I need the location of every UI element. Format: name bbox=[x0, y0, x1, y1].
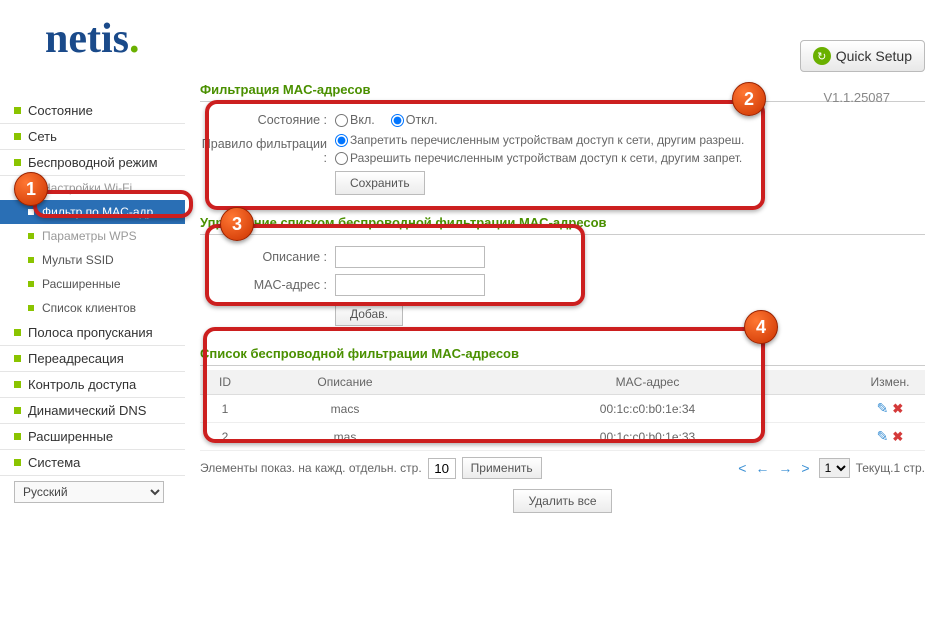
add-button[interactable]: Добав. bbox=[335, 302, 403, 326]
sidebar-item-0[interactable]: Состояние bbox=[0, 98, 185, 124]
pager-next-icon[interactable]: → bbox=[778, 460, 795, 476]
language-select[interactable]: Русский bbox=[14, 481, 164, 503]
delete-icon[interactable]: ✖ bbox=[892, 401, 903, 416]
section-title-list: Список беспроводной фильтрации MAC-адрес… bbox=[200, 342, 925, 366]
sidebar-item-8[interactable]: Список клиентов bbox=[0, 296, 185, 320]
sidebar-item-14[interactable]: Система bbox=[0, 450, 185, 476]
sidebar-item-5[interactable]: Параметры WPS bbox=[0, 224, 185, 248]
table-row: 1macs00:1c:c0:b0:1e:34✎✖ bbox=[200, 395, 925, 423]
save-button[interactable]: Сохранить bbox=[335, 171, 425, 195]
sidebar-item-11[interactable]: Контроль доступа bbox=[0, 372, 185, 398]
apply-button[interactable]: Применить bbox=[462, 457, 542, 479]
col-id: ID bbox=[200, 370, 250, 395]
rule-deny-radio[interactable] bbox=[335, 134, 348, 147]
col-mod: Измен. bbox=[855, 370, 925, 395]
logo: netis. bbox=[45, 16, 140, 62]
mac-input[interactable] bbox=[335, 274, 485, 296]
annotation-badge-3: 3 bbox=[220, 207, 254, 241]
main-content: Фильтрация MAC-адресов Состояние : Вкл. … bbox=[185, 68, 930, 535]
annotation-badge-4: 4 bbox=[744, 310, 778, 344]
delete-icon[interactable]: ✖ bbox=[892, 429, 903, 444]
current-page-text: Текущ.1 стр. bbox=[856, 461, 925, 475]
rule-label: Правило фильтрации : bbox=[200, 133, 335, 165]
col-mac: MAC-адрес bbox=[440, 370, 855, 395]
delete-all-button[interactable]: Удалить все bbox=[513, 489, 611, 513]
mac-label: MAC-адрес : bbox=[200, 278, 335, 292]
table-row: 2mas00:1c:c0:b0:1e:33✎✖ bbox=[200, 423, 925, 451]
pager-prev-icon[interactable]: ← bbox=[755, 460, 772, 476]
sidebar-item-10[interactable]: Переадресация bbox=[0, 346, 185, 372]
sidebar-item-9[interactable]: Полоса пропускания bbox=[0, 320, 185, 346]
annotation-badge-1: 1 bbox=[14, 172, 48, 206]
pager-last-icon[interactable]: > bbox=[801, 460, 812, 476]
page-select[interactable]: 1 bbox=[819, 458, 850, 478]
pager-first-icon[interactable]: < bbox=[738, 460, 749, 476]
version-text: V1.1.25087 bbox=[823, 90, 890, 105]
section-title-filter: Фильтрация MAC-адресов bbox=[200, 78, 925, 102]
rule-allow-radio[interactable] bbox=[335, 152, 348, 165]
sidebar-item-6[interactable]: Мульти SSID bbox=[0, 248, 185, 272]
col-desc: Описание bbox=[250, 370, 440, 395]
sidebar-item-7[interactable]: Расширенные bbox=[0, 272, 185, 296]
sidebar-item-13[interactable]: Расширенные bbox=[0, 424, 185, 450]
edit-icon[interactable]: ✎ bbox=[877, 400, 889, 416]
quick-setup-button[interactable]: ↻ Quick Setup bbox=[800, 40, 925, 72]
pager-text: Элементы показ. на кажд. отдельн. стр. bbox=[200, 461, 422, 475]
edit-icon[interactable]: ✎ bbox=[877, 428, 889, 444]
section-title-manage: Управление списком беспроводной фильтрац… bbox=[200, 211, 925, 235]
annotation-badge-2: 2 bbox=[732, 82, 766, 116]
mac-table: ID Описание MAC-адрес Измен. 1macs00:1c:… bbox=[200, 370, 925, 451]
sidebar-item-1[interactable]: Сеть bbox=[0, 124, 185, 150]
sidebar: СостояниеСетьБеспроводной режимНастройки… bbox=[0, 68, 185, 535]
per-page-input[interactable] bbox=[428, 458, 456, 479]
state-label: Состояние : bbox=[200, 113, 335, 127]
desc-label: Описание : bbox=[200, 250, 335, 264]
state-off-radio[interactable] bbox=[391, 114, 404, 127]
description-input[interactable] bbox=[335, 246, 485, 268]
sidebar-item-12[interactable]: Динамический DNS bbox=[0, 398, 185, 424]
state-on-radio[interactable] bbox=[335, 114, 348, 127]
arrow-cycle-icon: ↻ bbox=[813, 47, 831, 65]
